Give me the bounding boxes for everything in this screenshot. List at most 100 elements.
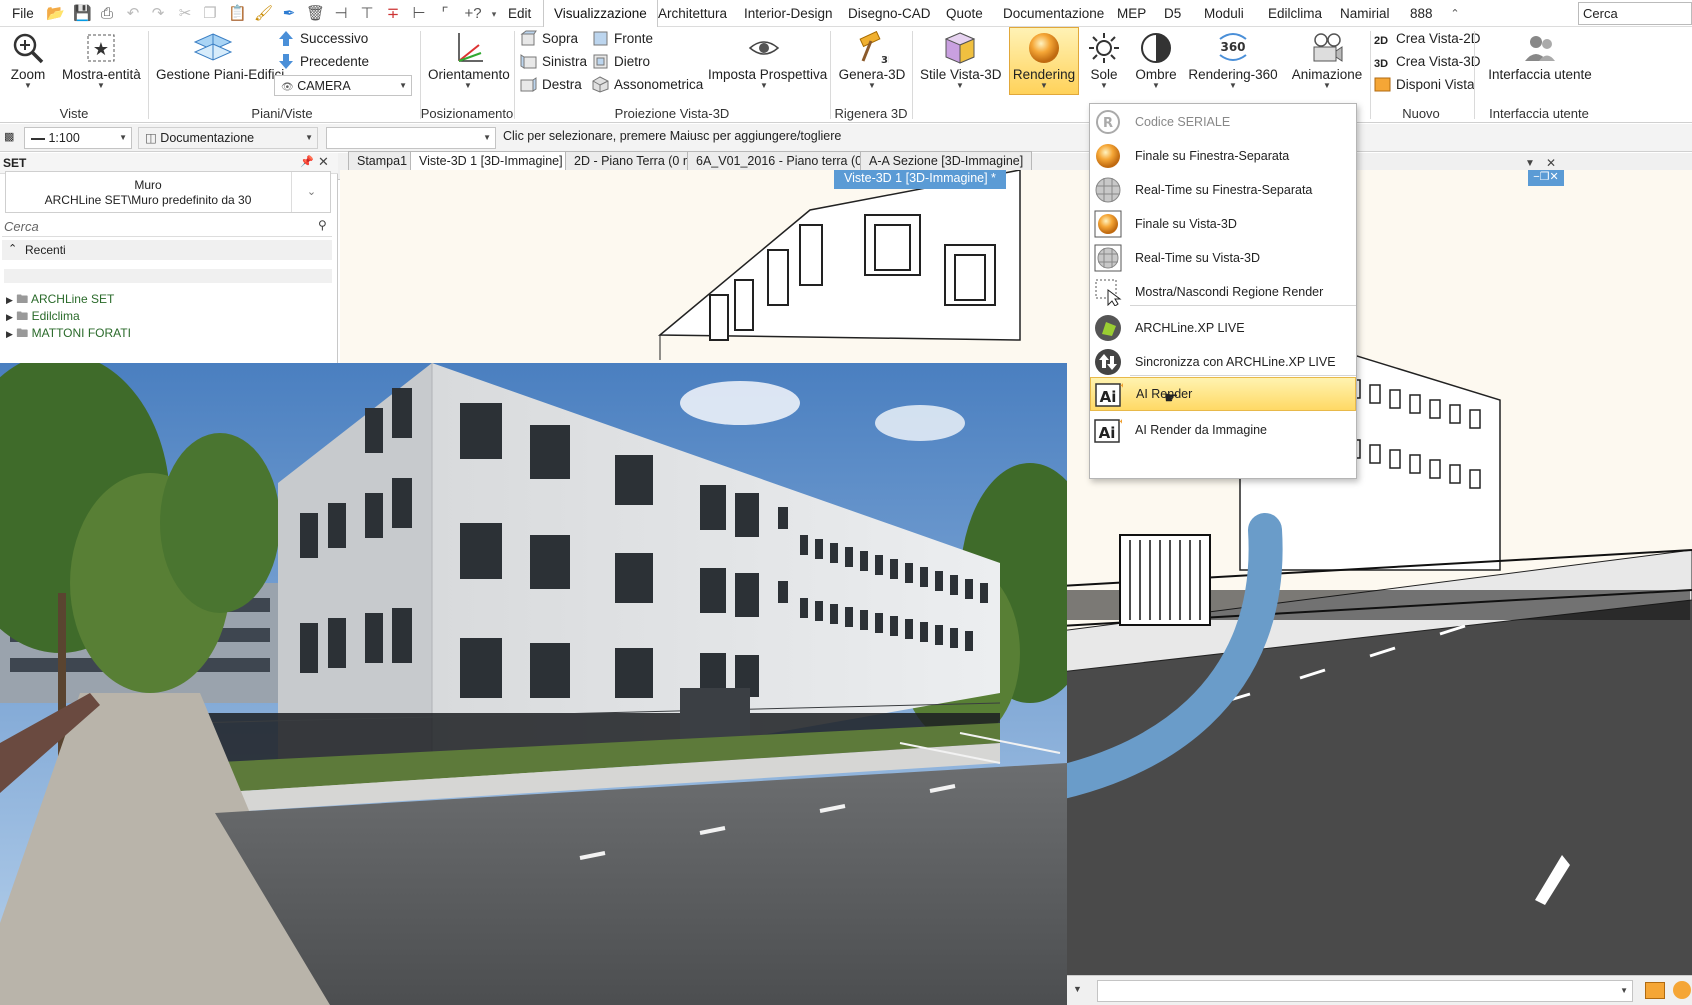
menu-file[interactable]: File [12, 0, 34, 27]
layer-select[interactable]: ◫ Documentazione ▼ [138, 127, 318, 149]
menu-888[interactable]: 888 [1410, 0, 1433, 27]
group-interfaccia: Interfaccia utente [1489, 106, 1589, 121]
tabs-menu-icon[interactable]: ▼ [1525, 158, 1535, 169]
interfaccia-utente-button[interactable]: Interfaccia utente [1488, 31, 1592, 82]
menu-mep[interactable]: MEP [1117, 0, 1146, 27]
camera-select[interactable]: 👁 CAMERA ▼ [274, 75, 412, 96]
magnifier-icon [11, 31, 45, 65]
genera-3d-button[interactable]: 3D Genera-3D ▼ [838, 30, 906, 90]
mostra-entita-button[interactable]: ★ Mostra-entità ▼ [62, 31, 141, 90]
scale-select[interactable]: 1:100 ▼ [24, 127, 132, 149]
crea-vista-3d-button[interactable]: 3D Crea Vista-3D [1374, 51, 1481, 73]
coordinate-input[interactable]: ▼ [1097, 980, 1633, 1002]
menu-disegno-cad[interactable]: Disegno-CAD [848, 0, 931, 27]
menu-item-finale-vista[interactable]: Finale su Vista-3D [1090, 206, 1356, 243]
delete-icon[interactable]: 🗑 [306, 5, 325, 23]
corner-icon[interactable]: ⌜ [436, 5, 454, 23]
render-status-icon[interactable] [1673, 981, 1691, 999]
cut-icon[interactable]: ✂ [176, 5, 194, 23]
tab-sezione-a-a[interactable]: A-A Sezione [3D-Immagine] [860, 151, 1033, 171]
assonometrica-button[interactable]: Assonometrica [592, 74, 703, 96]
sole-button[interactable]: Sole ▼ [1084, 31, 1124, 90]
animazione-button[interactable]: Animazione ▼ [1290, 31, 1364, 90]
menu-edit[interactable]: Edit [508, 0, 531, 27]
brush-icon[interactable]: 🖌 [254, 5, 273, 23]
gestione-piani-button[interactable]: Gestione Piani-Edifici [156, 31, 284, 82]
menu-quote[interactable]: Quote [946, 0, 983, 27]
recent-header[interactable]: ⌃ Recenti [2, 240, 332, 260]
rendering-button[interactable]: Rendering ▼ [1009, 27, 1079, 95]
pin-icon[interactable]: 📌 [300, 155, 314, 168]
command-input[interactable]: ▼ [326, 127, 496, 149]
menu-namirial[interactable]: Namirial [1340, 0, 1390, 27]
orientamento-button[interactable]: Orientamento ▼ [428, 31, 510, 90]
new-2d-icon: 2D [1374, 34, 1389, 47]
close-tabs-icon[interactable]: ✕ [1546, 156, 1556, 170]
tab-stampa1[interactable]: Stampa1 [348, 151, 417, 171]
eyedropper-icon[interactable]: ✒ [280, 5, 298, 23]
search-input[interactable]: Cerca [1578, 2, 1692, 25]
menu-documentazione[interactable]: Documentazione [1003, 0, 1104, 27]
save-icon[interactable]: 💾 [73, 5, 92, 23]
disponi-vista-button[interactable]: Disponi Vista [1374, 74, 1475, 96]
menu-item-realtime-finestra[interactable]: Real-Time su Finestra-Separata [1090, 172, 1356, 209]
offset-icon[interactable]: ⊢ [410, 5, 428, 23]
sinistra-button[interactable]: Sinistra [520, 51, 587, 73]
axonometric-icon [592, 76, 609, 93]
print-icon[interactable]: ⎙ [98, 5, 116, 23]
open-folder-icon[interactable]: 📂 [46, 5, 65, 23]
menu-edilclima[interactable]: Edilclima [1268, 0, 1322, 27]
menu-item-codice-seriale[interactable]: R Codice SERIALE [1090, 104, 1356, 141]
trim-icon[interactable]: ⊣ [332, 5, 350, 23]
dietro-button[interactable]: Dietro [592, 51, 650, 73]
menu-d5[interactable]: D5 [1164, 0, 1181, 27]
menu-visualizzazione[interactable]: Visualizzazione [543, 0, 658, 27]
zoom-button[interactable]: Zoom ▼ [6, 31, 50, 90]
tab-viste-3d-1[interactable]: Viste-3D 1 [3D-Immagine] * [410, 151, 580, 171]
view-layout-icon[interactable] [1645, 982, 1665, 999]
menu-item-finale-finestra[interactable]: Finale su Finestra-Separata [1090, 138, 1356, 175]
element-selector[interactable]: Muro ARCHLine SET\Muro predefinito da 30… [5, 171, 331, 213]
redo-icon[interactable]: ↷ [149, 5, 167, 23]
menu-item-realtime-vista[interactable]: Real-Time su Vista-3D [1090, 240, 1356, 277]
new-3d-icon: 3D [1374, 57, 1389, 70]
ombre-button[interactable]: Ombre ▼ [1132, 31, 1180, 90]
hammer-3d-icon: 3D [855, 30, 896, 66]
window-controls[interactable]: −❐✕ [1528, 170, 1564, 186]
tab-6a-v01[interactable]: 6A_V01_2016 - Piano terra (0 m) [687, 151, 890, 171]
snap-icon[interactable]: ▩ [4, 130, 14, 143]
successivo-button[interactable]: Successivo [278, 28, 368, 50]
menu-item-ai-render-immagine[interactable]: Ai✦ AI Render da Immagine [1090, 412, 1356, 449]
sopra-button[interactable]: Sopra [520, 28, 578, 50]
rendering-360-button[interactable]: 360 Rendering-360 ▼ [1188, 31, 1278, 90]
dimension-plus-icon[interactable]: +? [460, 5, 486, 23]
close-icon[interactable]: ✕ [318, 154, 329, 170]
menu-moduli[interactable]: Moduli [1204, 0, 1244, 27]
tree-item[interactable]: ▶ 🖿 ARCHLine SET [6, 290, 114, 307]
break-icon[interactable]: ∓ [384, 5, 402, 23]
imposta-prospettiva-button[interactable]: Imposta Prospettiva ▼ [708, 31, 827, 90]
crea-vista-2d-button[interactable]: 2D Crea Vista-2D [1374, 28, 1481, 50]
menu-item-ai-render[interactable]: Ai✦ AI Render ☛ [1090, 377, 1356, 411]
paste-icon[interactable]: 📋 [228, 5, 247, 23]
tree-item[interactable]: ▶ 🖿 Edilclima [6, 307, 80, 324]
copy-icon[interactable]: ❐ [201, 5, 219, 23]
destra-button[interactable]: Destra [520, 74, 582, 96]
panel-search[interactable]: Cerca ⚲ [2, 217, 332, 237]
qa-dropdown-icon[interactable]: ▾ [485, 5, 503, 23]
precedente-button[interactable]: Precedente [278, 51, 369, 73]
undo-icon[interactable]: ↶ [124, 5, 142, 23]
status-dropdown-icon[interactable]: ▼ [1073, 984, 1082, 994]
extend-icon[interactable]: ⊤ [358, 5, 376, 23]
tab-2d-piano-terra[interactable]: 2D - Piano Terra (0 m) [565, 151, 707, 171]
stile-vista-3d-button[interactable]: Stile Vista-3D ▼ [920, 31, 1002, 90]
ribbon-collapse-icon[interactable]: ⌃ [1446, 5, 1464, 23]
menu-architettura[interactable]: Architettura [658, 0, 727, 27]
menu-interior-design[interactable]: Interior-Design [744, 0, 833, 27]
chevron-down-icon[interactable]: ⌄ [291, 172, 331, 212]
fronte-button[interactable]: Fronte [592, 28, 653, 50]
menu-item-archline-live[interactable]: ARCHLine.XP LIVE [1090, 310, 1356, 347]
cube-front-icon [592, 30, 609, 47]
svg-text:Ai: Ai [1099, 424, 1116, 442]
tree-item[interactable]: ▶ 🖿 MATTONI FORATI [6, 324, 131, 341]
